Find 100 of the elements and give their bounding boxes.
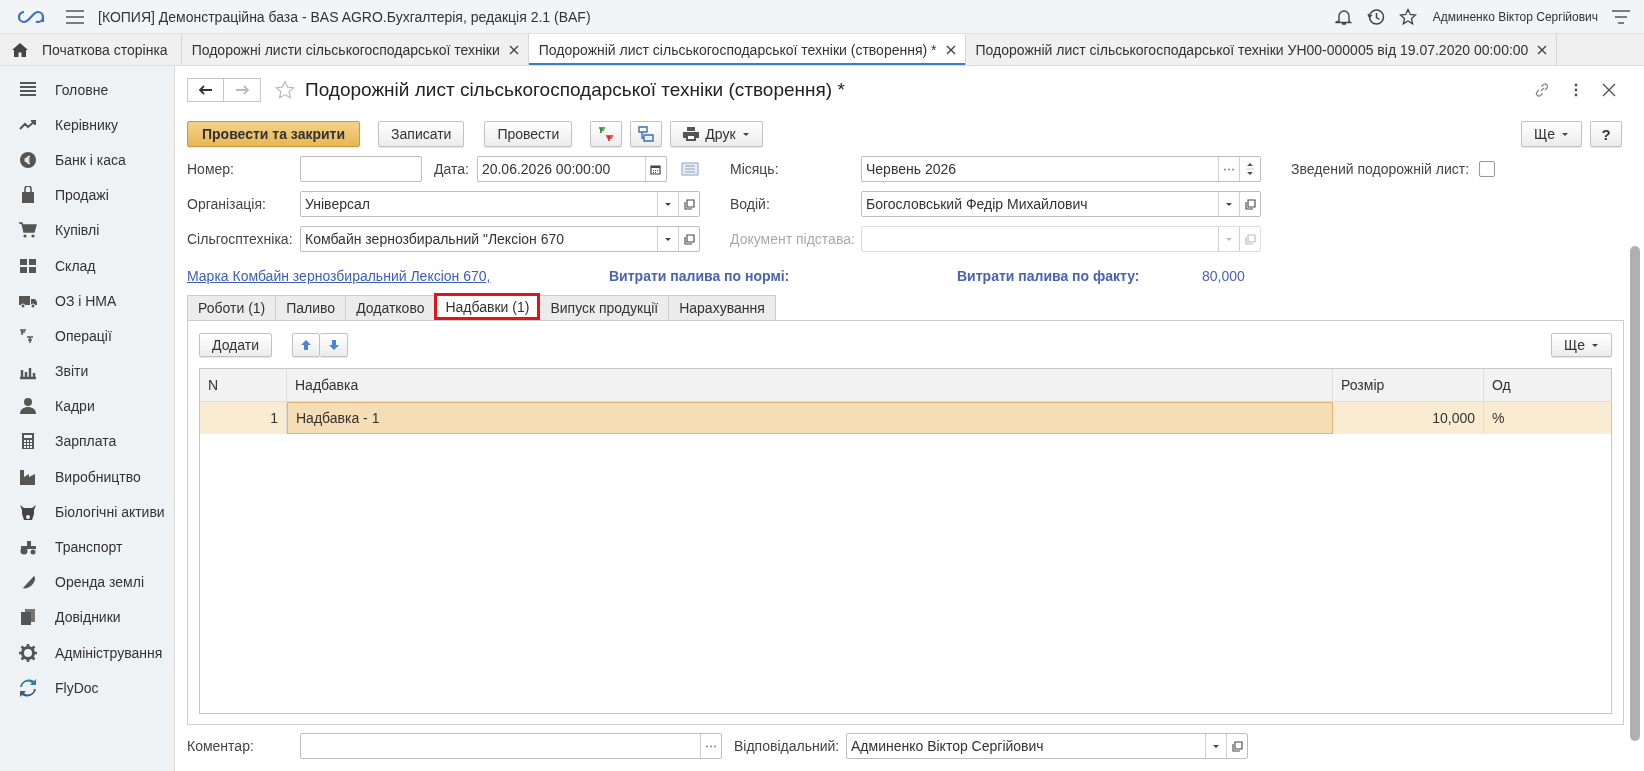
fuel-fact-label: Витрати палива по факту: bbox=[957, 268, 1141, 284]
sidebar-item[interactable]: Купівлі bbox=[0, 212, 174, 248]
link-icon[interactable] bbox=[1534, 82, 1550, 98]
column-header[interactable]: N bbox=[200, 369, 287, 401]
sidebar-item[interactable]: Продажі bbox=[0, 177, 174, 213]
field-label: Відповідальний: bbox=[734, 738, 841, 754]
field-label: Коментар: bbox=[187, 738, 255, 754]
sidebar-item[interactable]: Транспорт bbox=[0, 529, 174, 565]
toolbar-button[interactable]: Записати bbox=[378, 121, 465, 147]
sidebar-item[interactable]: Склад bbox=[0, 247, 174, 284]
tab[interactable]: Випуск продукції bbox=[539, 295, 670, 320]
sidebar-item[interactable]: Біологічні активи bbox=[0, 494, 174, 530]
table-cell: Надбавка - 1 bbox=[287, 402, 1333, 434]
caret-icon bbox=[1561, 131, 1569, 137]
sidebar-item[interactable]: Оренда землі bbox=[0, 564, 174, 600]
back-button[interactable] bbox=[187, 78, 224, 102]
more-button[interactable]: Ще bbox=[1551, 333, 1612, 357]
tab[interactable]: Додатково bbox=[345, 295, 436, 320]
close-icon[interactable] bbox=[1602, 83, 1616, 97]
ledger-button[interactable] bbox=[590, 121, 623, 147]
form-title: Подорожній лист сільськогосподарської техніки (створення) * bbox=[305, 79, 845, 101]
more-icon[interactable] bbox=[1574, 83, 1578, 97]
gear-icon bbox=[19, 643, 37, 662]
up-arrow-icon bbox=[300, 339, 312, 351]
history-icon[interactable] bbox=[1366, 7, 1385, 26]
sidebar-item[interactable]: Кадри bbox=[0, 388, 174, 424]
dropdown-icon bbox=[1225, 201, 1233, 207]
brand-link[interactable]: Марка Комбайн зернозбиральний Лексіон 670, bbox=[187, 268, 609, 284]
sidebar-item[interactable]: Головне bbox=[0, 72, 174, 108]
comment-field[interactable] bbox=[300, 733, 722, 759]
field-label: Номер: bbox=[187, 161, 235, 177]
table-row[interactable]: 1 Надбавка - 1 10,000 % bbox=[200, 402, 1611, 434]
select-field[interactable]: Комбайн зернозбиральний "Лексіон 670 bbox=[300, 226, 700, 252]
open-icon bbox=[683, 233, 695, 245]
add-button[interactable]: Додати bbox=[199, 333, 272, 357]
month-field[interactable]: Червень 2026 bbox=[861, 156, 1261, 182]
dropdown-icon bbox=[664, 201, 672, 207]
select-field[interactable]: Богословський Федір Михайлович bbox=[861, 191, 1261, 217]
sidebar-item[interactable]: Виробництво bbox=[0, 459, 174, 495]
close-icon bbox=[1537, 44, 1548, 55]
sidebar-item[interactable]: Банк і каса bbox=[0, 142, 174, 178]
close-icon bbox=[508, 44, 519, 55]
user-name[interactable]: Админенко Віктор Сергійович bbox=[1432, 9, 1598, 24]
structure-button[interactable] bbox=[630, 121, 663, 147]
printer-icon bbox=[683, 127, 700, 141]
menu-icon[interactable] bbox=[66, 9, 84, 24]
column-header[interactable]: Од bbox=[1484, 369, 1611, 401]
close-icon bbox=[945, 44, 956, 55]
dropdown-icon bbox=[1212, 743, 1220, 749]
sidebar-item[interactable]: Адміністрування bbox=[0, 635, 174, 671]
number-field[interactable] bbox=[300, 156, 422, 182]
open-icon bbox=[683, 198, 695, 210]
filter-menu-icon[interactable] bbox=[1612, 8, 1630, 25]
sync-icon bbox=[19, 678, 37, 697]
tractor-icon bbox=[19, 538, 37, 557]
open-icon bbox=[1231, 740, 1243, 752]
toolbar-button[interactable]: Провести bbox=[484, 121, 573, 147]
post-and-close-button[interactable]: Провести та закрити bbox=[187, 121, 361, 147]
star-icon[interactable] bbox=[275, 80, 295, 100]
factory-icon bbox=[19, 467, 37, 486]
document-tab[interactable]: Подорожній лист сільськогосподарської техніки (створення) * bbox=[528, 34, 966, 65]
tab[interactable]: Нарахування bbox=[668, 295, 776, 320]
sidebar-item[interactable]: Довідники bbox=[0, 599, 174, 635]
coin-icon bbox=[19, 150, 37, 169]
tab[interactable]: Роботи (1) bbox=[187, 295, 277, 320]
help-button[interactable]: ? bbox=[1590, 121, 1622, 147]
ellipsis-icon bbox=[705, 744, 717, 748]
caret-icon bbox=[741, 131, 750, 137]
document-tab[interactable]: Подорожні листи сільськогосподарської техніки bbox=[181, 34, 529, 65]
ledger-icon bbox=[598, 126, 615, 142]
sidebar-item[interactable]: Операції bbox=[0, 318, 174, 354]
back-arrow-icon bbox=[198, 85, 213, 95]
checkbox[interactable] bbox=[1479, 161, 1496, 177]
sidebar-item[interactable]: ОЗ і НМА bbox=[0, 283, 174, 319]
sidebar-item[interactable]: Зарплата bbox=[0, 423, 174, 460]
more-button[interactable]: Ще bbox=[1521, 121, 1582, 147]
fuel-norm-label: Витрати палива по нормі: bbox=[609, 268, 791, 284]
move-up-button[interactable] bbox=[292, 333, 320, 357]
field-label: Сільгосптехніка: bbox=[187, 231, 294, 247]
table-cell-text: % bbox=[1491, 409, 1506, 428]
date-field[interactable]: 20.06.2026 00:00:00 bbox=[476, 156, 667, 182]
print-menu-button[interactable]: Друк bbox=[670, 121, 763, 147]
sidebar-item[interactable]: Звіти bbox=[0, 353, 174, 389]
star-icon[interactable] bbox=[1398, 7, 1417, 26]
column-header[interactable]: Надбавка bbox=[287, 369, 1333, 401]
sidebar-item[interactable]: Керівнику bbox=[0, 107, 174, 143]
document-tab[interactable]: Подорожній лист сільськогосподарської техніки УН00-000005 від 19.07.2020 00:00:00 bbox=[965, 34, 1558, 65]
sidebar-item[interactable]: FlyDoc bbox=[0, 670, 174, 706]
field-label: Документ підстава: bbox=[730, 231, 856, 247]
person-icon bbox=[19, 397, 37, 416]
calendar-icon bbox=[650, 163, 662, 175]
column-header[interactable]: Розмір bbox=[1333, 369, 1484, 401]
select-field[interactable]: Админенко Віктор Сергійович bbox=[846, 733, 1248, 759]
tab[interactable]: Паливо bbox=[275, 295, 347, 320]
select-field[interactable]: Універсал bbox=[300, 191, 700, 217]
bell-icon[interactable] bbox=[1334, 7, 1353, 26]
move-down-button[interactable] bbox=[320, 333, 348, 357]
home-icon bbox=[12, 42, 28, 57]
tab[interactable]: Надбавки (1) bbox=[434, 293, 541, 320]
document-tab[interactable]: Початкова сторінка bbox=[0, 34, 182, 65]
